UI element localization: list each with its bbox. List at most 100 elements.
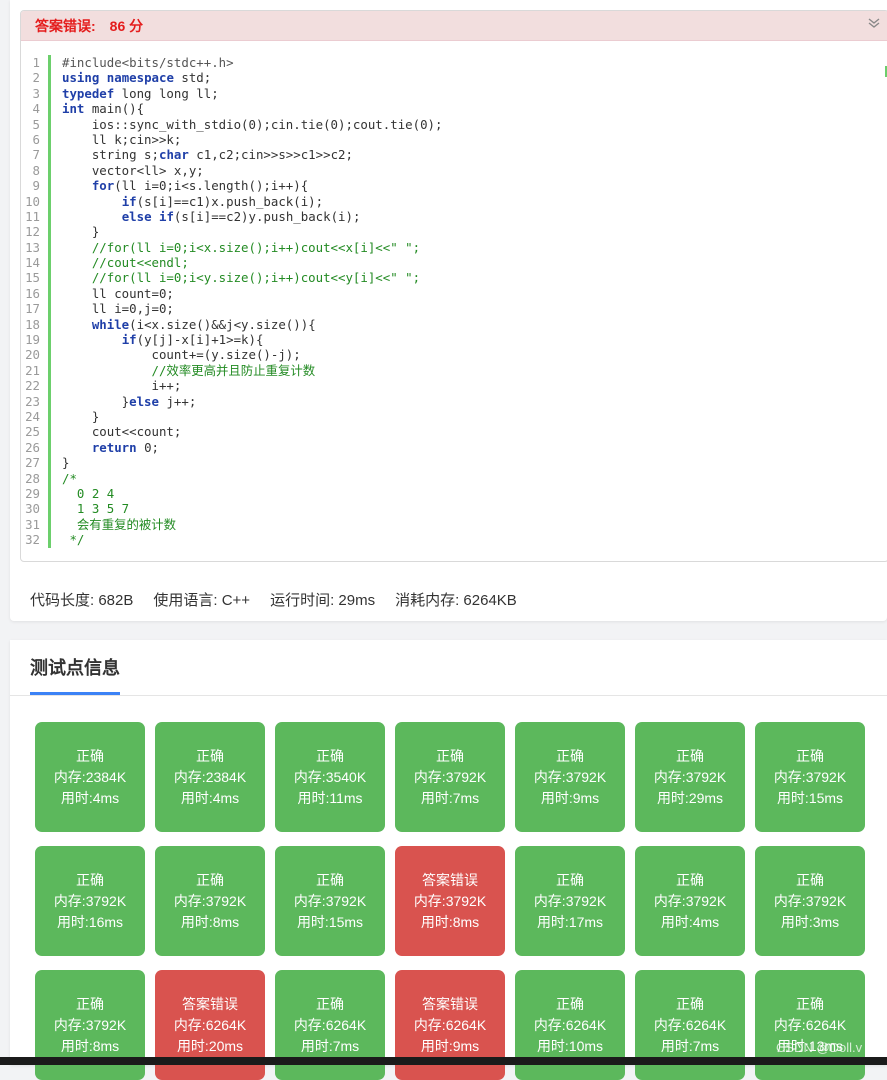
test-point-status: 正确 [436,747,464,764]
line-number: 12 [21,224,51,240]
test-point-status: 正确 [76,995,104,1012]
test-point-time: 用时:7ms [660,1037,720,1054]
test-point-status: 正确 [316,995,344,1012]
test-point-mem: 内存:6264K [653,1016,727,1033]
test-point-time: 用时:29ms [656,789,724,806]
line-number: 23 [21,393,51,409]
code-text: else if(s[i]==c2)y.push_back(i); [121,208,361,224]
test-point-tile[interactable]: 正确 内存:2384K 用时:4ms [35,722,145,832]
test-point-mem: 内存:6264K [533,1016,607,1033]
line-number: 4 [21,101,51,117]
line-number: 16 [21,285,51,302]
code-line: 4 int main(){ [21,101,887,117]
line-number: 18 [21,316,51,333]
code-text: vector<ll> x,y; [62,162,204,178]
test-point-mem: 内存:6264K [293,1016,367,1033]
test-point-tile[interactable]: 正确 内存:3792K 用时:9ms [515,722,625,832]
test-point-status: 答案错误 [422,995,478,1012]
test-point-tile[interactable]: 正确 内存:3792K 用时:29ms [635,722,745,832]
code-text: i++; [62,378,182,394]
line-number: 28 [21,470,51,486]
code-line: 24 } [21,408,887,425]
code-line: 25 cout<<count; [21,424,887,440]
code-text: while(i<x.size()&&j<y.size()){ [91,316,316,332]
line-number: 10 [21,193,51,209]
test-point-mem: 内存:3792K [413,768,487,785]
code-line: 15 //for(ll i=0;i<y.size();i++)cout<<y[i… [21,270,887,286]
test-point-time: 用时:9ms [540,789,600,806]
test-point-tile[interactable]: 正确 内存:3792K 用时:16ms [35,846,145,956]
test-point-time: 用时:4ms [660,913,720,930]
result-score: 86 分 [109,17,144,34]
code-text: for(ll i=0;i<s.length();i++){ [91,178,309,194]
test-point-tile[interactable]: 正确 内存:3792K 用时:4ms [635,846,745,956]
line-number: 14 [21,255,51,271]
line-number: 19 [21,332,51,348]
test-point-tile[interactable]: 正确 内存:3540K 用时:11ms [275,722,385,832]
code-line: 11 else if(s[i]==c2)y.push_back(i); [21,208,887,225]
test-point-tile[interactable]: 正确 内存:3792K 用时:15ms [755,722,865,832]
line-number: 17 [21,301,51,317]
test-point-status: 正确 [676,871,704,888]
code-text: */ [62,532,85,548]
code-text: ll count=0; [62,285,174,301]
test-point-time: 用时:11ms [297,789,363,806]
test-point-tile[interactable]: 正确 内存:3792K 用时:7ms [395,722,505,832]
test-point-tile[interactable]: 正确 内存:2384K 用时:4ms [155,722,265,832]
test-point-tile[interactable]: 答案错误 内存:3792K 用时:8ms [395,846,505,956]
line-number: 32 [21,532,51,548]
code-text: 会有重复的被计数 [62,516,177,532]
code-line: 26 return 0; [21,439,887,456]
code-text: if(y[j]-x[i]+1>=k){ [121,332,264,348]
line-number: 24 [21,408,51,425]
test-point-mem: 内存:3792K [533,892,607,909]
collapse-chevron-icon[interactable] [866,15,882,31]
run-time: 运行时间: 29ms [270,592,376,609]
code-line: 14 //cout<<endl; [21,255,887,271]
code-line: 19 if(y[j]-x[i]+1>=k){ [21,332,887,348]
test-point-time: 用时:17ms [536,913,604,930]
code-text: } [62,455,70,471]
test-point-time: 用时:4ms [60,789,120,806]
code-text: //for(ll i=0;i<y.size();i++)cout<<y[i]<<… [62,270,421,286]
line-number: 25 [21,424,51,440]
test-point-tile[interactable]: 正确 内存:3792K 用时:15ms [275,846,385,956]
test-point-time: 用时:9ms [420,1037,480,1054]
code-text: #include<bits/stdc++.h> [62,55,234,70]
language: 使用语言: C++ [153,592,251,609]
tab-test-points[interactable]: 测试点信息 [30,654,120,680]
memory-usage: 消耗内存: 6264KB [395,592,517,609]
test-point-tile[interactable]: 正确 内存:3792K 用时:8ms [155,846,265,956]
code-line: 1 #include<bits/stdc++.h> [21,55,887,71]
line-number: 15 [21,270,51,286]
code-line: 13 //for(ll i=0;i<x.size();i++)cout<<x[i… [21,239,887,256]
code-line: 20 count+=(y.size()-j); [21,347,887,363]
result-header[interactable]: 答案错误: 86 分 [21,11,887,41]
code-line: 30 1 3 5 7 [21,501,887,517]
code-line: 9 for(ll i=0;i<s.length();i++){ [21,178,887,194]
test-point-tile[interactable]: 正确 内存:3792K 用时:17ms [515,846,625,956]
line-number: 6 [21,131,51,148]
code-result-box: 答案错误: 86 分 1 #include<bits/stdc++.h> 2 usin… [20,10,887,562]
line-number: 26 [21,439,51,456]
line-number: 13 [21,239,51,256]
test-point-mem: 内存:3792K [533,768,607,785]
test-point-time: 用时:15ms [296,913,364,930]
line-number: 5 [21,116,51,132]
watermark: CSDN @Doll.v [776,1040,863,1055]
code-line: 28 /* [21,470,887,486]
code-text: }else j++; [62,393,197,409]
line-number: 29 [21,485,51,502]
line-number: 9 [21,178,51,194]
code-line: 8 vector<ll> x,y; [21,162,887,179]
code-line: 22 i++; [21,378,887,394]
code-line: 21 //效率更高并且防止重复计数 [21,362,887,379]
line-number: 1 [21,55,51,71]
test-point-status: 正确 [196,871,224,888]
test-point-tile[interactable]: 正确 内存:3792K 用时:3ms [755,846,865,956]
code-line: 7 string s;char c1,c2;cin>>s>>c1>>c2; [21,147,887,163]
code-text: /* [62,470,77,486]
code-line: 2 using namespace std; [21,70,887,86]
code-text: 1 3 5 7 [62,501,130,517]
code-line: 17 ll i=0,j=0; [21,301,887,317]
